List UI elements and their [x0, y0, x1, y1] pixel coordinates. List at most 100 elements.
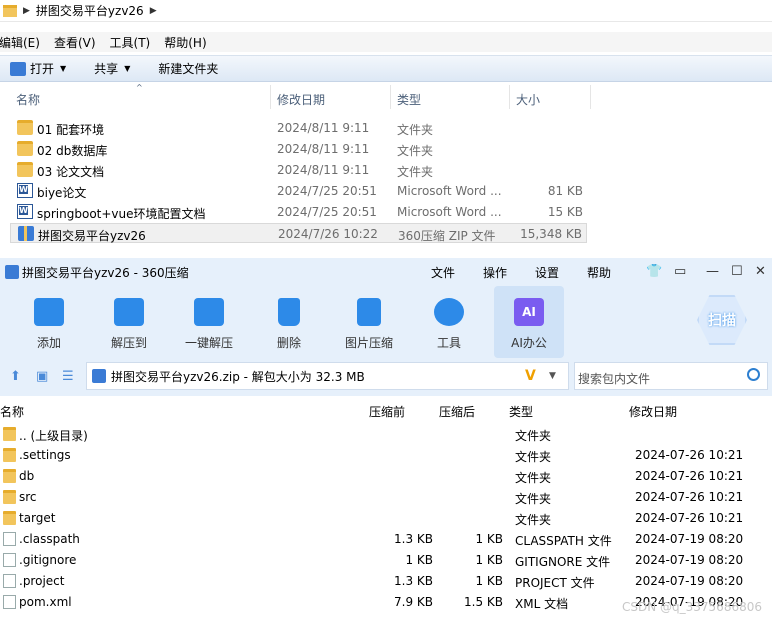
archive-type: 文件夹 [515, 471, 552, 485]
watermark: CSDN @q_3375686806 [622, 600, 762, 614]
menu-help[interactable]: 帮助(H) [164, 34, 206, 51]
list-view-icon[interactable]: ☰ [62, 369, 74, 384]
zip-title-bar: 拼图交易平台yzv26 - 360压缩 文件 操作 设置 帮助 👕 ▭ — ☐ … [0, 258, 772, 286]
archive-path-field[interactable]: 拼图交易平台yzv26.zip - 解包大小为 32.3 MB V ▼ [86, 362, 569, 390]
menu-tools[interactable]: 工具(T) [110, 34, 151, 51]
archive-row[interactable]: .classpath 1.3 KB 1 KB CLASSPATH 文件 2024-07-… [0, 529, 772, 550]
new-folder-button[interactable]: 新建文件夹 [158, 60, 218, 77]
archive-row[interactable]: db 文件夹 2024-07-26 10:21 [0, 466, 772, 487]
zip-menu-help[interactable]: 帮助 [587, 264, 611, 281]
file-row[interactable]: 03 论文文档 2024/8/11 9:11 文件夹 [10, 160, 587, 180]
archive-row[interactable]: .gitignore 1 KB 1 KB GITIGNORE 文件 2024-07-19… [0, 550, 772, 571]
archive-name: target [19, 511, 56, 525]
file-row[interactable]: springboot+vue环境配置文档 2024/7/25 20:51 Micro… [10, 202, 587, 222]
file-row[interactable]: 02 db数据库 2024/8/11 9:11 文件夹 [10, 139, 587, 159]
column-date[interactable]: 修改日期 [277, 91, 325, 108]
file-type: Microsoft Word ... [397, 184, 502, 198]
share-button[interactable]: 共享 ▼ [94, 60, 130, 77]
image-compress-button[interactable]: 图片压缩 [334, 286, 404, 358]
chevron-right-icon[interactable]: ▶ [150, 6, 157, 16]
chevron-down-icon[interactable]: ▼ [549, 371, 556, 381]
file-size: 15,348 KB [520, 227, 582, 241]
one-click-extract-button[interactable]: 一键解压 [174, 286, 244, 358]
archive-name: pom.xml [19, 595, 72, 609]
archive-type: XML 文档 [515, 597, 569, 611]
extract-to-icon [114, 298, 144, 326]
column-type[interactable]: 类型 [397, 91, 421, 108]
share-label: 共享 [94, 62, 119, 76]
zip-column-after[interactable]: 压缩后 [439, 403, 475, 420]
address-bar[interactable]: ▶ 拼图交易平台yzv26 ▶ [0, 0, 772, 22]
ai-icon: AI [514, 298, 544, 326]
menu-view[interactable]: 查看(V) [54, 34, 96, 51]
zip-menu-file[interactable]: 文件 [431, 264, 455, 281]
file-row[interactable]: 拼图交易平台yzv26 2024/7/26 10:22 360压缩 ZIP 文件 15… [10, 223, 587, 243]
delete-label: 删除 [276, 336, 301, 350]
archive-row[interactable]: target 文件夹 2024-07-26 10:21 [0, 508, 772, 529]
feedback-icon[interactable]: ▭ [674, 264, 686, 279]
open-button[interactable]: 打开 ▼ [10, 60, 66, 77]
folder-icon [3, 4, 17, 17]
file-name: 01 配套环境 [37, 123, 105, 137]
file-icon [3, 532, 16, 546]
archive-search-field[interactable]: 搜索包内文件 [574, 362, 768, 390]
search-placeholder: 搜索包内文件 [578, 372, 651, 386]
image-compress-label: 图片压缩 [344, 336, 393, 350]
zip-window: 拼图交易平台yzv26 - 360压缩 文件 操作 设置 帮助 👕 ▭ — ☐ … [0, 258, 772, 623]
up-arrow-icon[interactable]: ⬆ [10, 369, 21, 384]
file-row[interactable]: biye论文 2024/7/25 20:51 Microsoft Word ... 8… [10, 181, 587, 201]
file-icon [3, 595, 16, 609]
delete-button[interactable]: 删除 [254, 286, 324, 358]
chevron-right-icon[interactable]: ▶ [23, 6, 30, 16]
file-size: 15 KB [547, 205, 583, 219]
thumbnail-view-icon[interactable]: ▣ [36, 369, 48, 384]
maximize-icon[interactable]: ☐ [731, 264, 743, 279]
sort-up-icon: ^ [136, 83, 143, 92]
menu-edit[interactable]: 编辑(E) [0, 34, 40, 51]
extract-to-label: 解压到 [110, 336, 147, 350]
archive-size-after: 1 KB [475, 574, 503, 588]
archive-size-after: 1 KB [475, 532, 503, 546]
file-date: 2024/7/25 20:51 [277, 205, 377, 219]
archive-name: db [19, 469, 35, 483]
zip-title: 拼图交易平台yzv26 - 360压缩 [22, 265, 189, 280]
archive-size-before: 1 KB [405, 553, 433, 567]
ai-office-button[interactable]: AI AI办公 [494, 286, 564, 358]
column-name[interactable]: 名称 [16, 91, 40, 108]
archive-date: 2024-07-19 08:20 [635, 532, 744, 546]
scan-button[interactable]: 扫描 [697, 295, 747, 345]
column-size[interactable]: 大小 [516, 91, 540, 108]
zip-menu-settings[interactable]: 设置 [535, 264, 559, 281]
archive-row[interactable]: .project 1.3 KB 1 KB PROJECT 文件 2024-07-19 0… [0, 571, 772, 592]
zip-file-icon [92, 369, 106, 383]
zip-column-type[interactable]: 类型 [509, 403, 533, 420]
search-icon[interactable] [747, 368, 760, 381]
close-icon[interactable]: ✕ [755, 264, 766, 279]
zip-column-date[interactable]: 修改日期 [629, 403, 677, 420]
word-icon [17, 204, 33, 219]
file-type: 文件夹 [397, 165, 434, 179]
add-button[interactable]: 添加 [14, 286, 84, 358]
tools-icon [434, 298, 464, 326]
new-folder-label: 新建文件夹 [158, 62, 219, 76]
tools-label: 工具 [436, 336, 461, 350]
file-name: 02 db数据库 [37, 144, 108, 158]
folder-icon [3, 469, 16, 483]
file-row[interactable]: 01 配套环境 2024/8/11 9:11 文件夹 [10, 118, 587, 138]
archive-size-before: 1.3 KB [394, 574, 433, 588]
archive-date: 2024-07-19 08:20 [635, 574, 744, 588]
folder-icon [17, 120, 33, 135]
zip-column-name[interactable]: 名称 [0, 403, 24, 420]
minimize-icon[interactable]: — [706, 264, 719, 279]
zip-menu-action[interactable]: 操作 [483, 264, 507, 281]
extract-to-button[interactable]: 解压到 [94, 286, 164, 358]
archive-row[interactable]: .. (上级目录) 文件夹 [0, 424, 772, 445]
archive-row[interactable]: .settings 文件夹 2024-07-26 10:21 [0, 445, 772, 466]
tools-button[interactable]: 工具 [414, 286, 484, 358]
v-logo-icon[interactable]: V [525, 368, 536, 384]
zip-column-before[interactable]: 压缩前 [369, 403, 405, 420]
breadcrumb[interactable]: 拼图交易平台yzv26 [36, 2, 144, 19]
open-icon [10, 61, 26, 76]
skin-icon[interactable]: 👕 [646, 264, 662, 279]
archive-row[interactable]: src 文件夹 2024-07-26 10:21 [0, 487, 772, 508]
